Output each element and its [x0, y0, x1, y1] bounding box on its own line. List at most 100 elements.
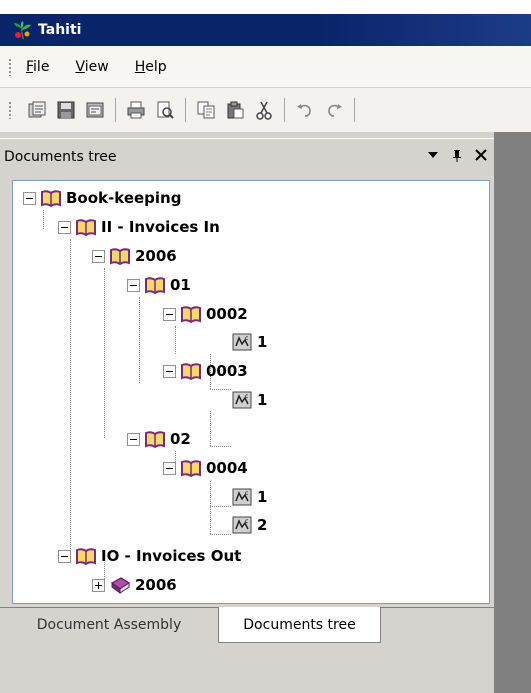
- svg-text:c: c: [245, 393, 248, 400]
- tree-node-invoices-in[interactable]: II - Invoices In: [58, 216, 220, 238]
- status-bar: [0, 647, 494, 693]
- tree-label: 1: [257, 488, 268, 506]
- scanned-page-icon: c: [231, 332, 253, 352]
- tree-connector: [139, 297, 140, 383]
- collapse-icon[interactable]: [163, 364, 176, 378]
- tree-node-page-2[interactable]: c 2: [231, 514, 267, 536]
- open-book-icon: [40, 188, 62, 208]
- tree-label: 0004: [206, 459, 248, 477]
- panel-title: Documents tree: [4, 148, 117, 165]
- tree-connector: [210, 534, 231, 535]
- tree-node-0003[interactable]: 0003: [163, 360, 248, 382]
- tree-label: 02: [170, 430, 191, 448]
- document-area: [494, 132, 531, 693]
- open-book-icon: [180, 361, 202, 381]
- tree-label: 1: [257, 391, 268, 409]
- copy-icon[interactable]: [195, 99, 217, 121]
- documents-tree-panel-header: Documents tree: [0, 138, 494, 174]
- tab-document-assembly[interactable]: Document Assembly: [0, 608, 218, 642]
- tree-node-invoices-out[interactable]: IO - Invoices Out: [58, 545, 241, 567]
- tree-label: II - Invoices In: [101, 218, 220, 236]
- tree-label: IO - Invoices Out: [101, 547, 242, 565]
- tree-connector: [175, 326, 176, 354]
- tree-label: 2006: [135, 247, 177, 265]
- paste-icon[interactable]: [224, 99, 246, 121]
- close-icon[interactable]: [470, 148, 492, 165]
- scanned-page-icon: c: [231, 390, 253, 410]
- dropdown-icon[interactable]: [422, 149, 444, 165]
- toolbar-separator: [115, 98, 116, 122]
- closed-book-icon: [109, 575, 131, 595]
- tree-label: Book-keeping: [66, 189, 182, 207]
- tree-node-page-1[interactable]: c 1: [231, 486, 267, 508]
- expand-icon[interactable]: [92, 578, 105, 592]
- print-preview-icon[interactable]: [154, 99, 176, 121]
- tree-connector: [43, 210, 44, 229]
- tree-label: 0002: [206, 305, 248, 323]
- print-icon[interactable]: [125, 99, 147, 121]
- tab-documents-tree[interactable]: Documents tree: [218, 607, 381, 643]
- open-book-icon: [109, 246, 131, 266]
- open-book-icon: [180, 304, 202, 324]
- cut-icon[interactable]: [253, 99, 275, 121]
- tree-node-0002[interactable]: 0002: [163, 303, 248, 325]
- svg-text:c: c: [245, 335, 248, 342]
- tree-node-2006[interactable]: 2006: [92, 245, 177, 267]
- collapse-icon[interactable]: [127, 278, 140, 292]
- scanned-page-icon: c: [231, 487, 253, 507]
- svg-text:c: c: [245, 518, 248, 525]
- tree-label: 1: [257, 333, 268, 351]
- open-book-icon: [180, 458, 202, 478]
- tree-node-0004[interactable]: 0004: [163, 457, 248, 479]
- tree-label: 2: [257, 516, 268, 534]
- collapse-icon[interactable]: [58, 549, 71, 563]
- collapse-icon[interactable]: [163, 461, 176, 475]
- tree-connector: [70, 239, 71, 557]
- menu-file[interactable]: File: [26, 59, 49, 75]
- collapse-icon[interactable]: [23, 191, 36, 205]
- tree-connector: [104, 268, 105, 438]
- pin-icon[interactable]: [446, 148, 468, 166]
- tree-node-page-1[interactable]: c 1: [231, 389, 267, 411]
- documents-tree[interactable]: Book-keeping II - Invoices In 2006 01 00…: [12, 180, 490, 604]
- menu-view[interactable]: View: [75, 59, 108, 75]
- panel-tab-strip: Document Assembly Documents tree: [0, 607, 494, 647]
- window-title: Tahiti: [38, 22, 82, 38]
- open-book-icon: [144, 275, 166, 295]
- tree-node-01[interactable]: 01: [127, 274, 191, 296]
- title-bar[interactable]: Tahiti: [0, 14, 531, 46]
- menu-help[interactable]: Help: [135, 59, 167, 75]
- redo-icon[interactable]: [323, 99, 345, 121]
- collapse-icon[interactable]: [58, 220, 71, 234]
- toolbar: [0, 88, 531, 132]
- properties-icon[interactable]: [84, 99, 106, 121]
- menu-bar: File View Help: [0, 46, 531, 88]
- tree-node-02[interactable]: 02: [127, 428, 191, 450]
- tree-connector: [210, 506, 231, 507]
- open-book-icon: [144, 429, 166, 449]
- tree-connector: [210, 411, 211, 446]
- tree-connector: [210, 389, 231, 390]
- toolbar-separator: [284, 98, 285, 122]
- save-icon[interactable]: [55, 99, 77, 121]
- tahiti-app-icon[interactable]: [12, 20, 32, 40]
- toolbar-separator: [354, 98, 355, 122]
- tree-connector: [210, 481, 211, 534]
- undo-icon[interactable]: [294, 99, 316, 121]
- menu-grip[interactable]: [8, 57, 12, 76]
- collapse-icon[interactable]: [163, 307, 176, 321]
- tree-node-page-1[interactable]: c 1: [231, 331, 267, 353]
- tree-label: 0003: [206, 362, 248, 380]
- tree-label: 2006: [135, 576, 177, 594]
- tree-node-out-2006[interactable]: 2006: [92, 574, 177, 596]
- open-book-icon: [75, 217, 97, 237]
- tree-label: 01: [170, 276, 191, 294]
- collapse-icon[interactable]: [127, 432, 140, 446]
- collapse-icon[interactable]: [92, 249, 105, 263]
- toolbar-grip[interactable]: [8, 101, 12, 119]
- svg-text:c: c: [245, 490, 248, 497]
- tree-node-book-keeping[interactable]: Book-keeping: [23, 187, 181, 209]
- tree-connector: [210, 446, 231, 447]
- new-document-icon[interactable]: [26, 99, 48, 121]
- scanned-page-icon: c: [231, 515, 253, 535]
